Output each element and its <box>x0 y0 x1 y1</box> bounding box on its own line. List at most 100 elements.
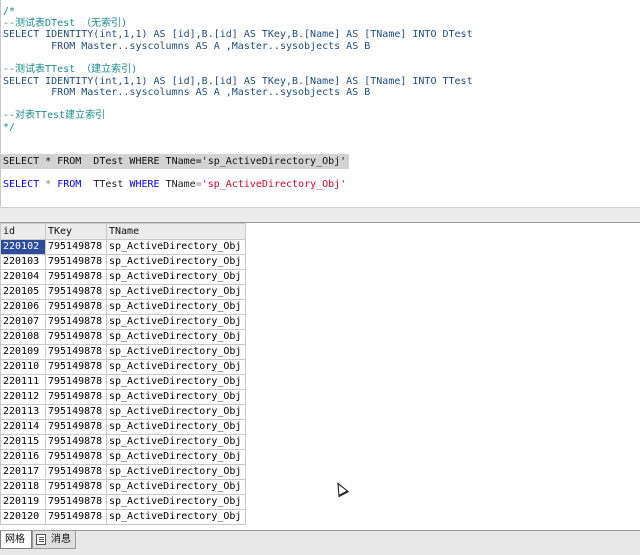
cell-id[interactable]: 220109 <box>0 344 46 360</box>
tab-messages[interactable]: 消息 <box>32 531 76 549</box>
tab-grid[interactable]: 网格 <box>0 531 32 549</box>
cell-tkey[interactable]: 795149878 <box>45 239 107 255</box>
table-row[interactable]: 220109 795149878 sp_ActiveDirectory_Obj <box>0 344 246 360</box>
table-row[interactable]: 220115 795149878 sp_ActiveDirectory_Obj <box>0 434 246 450</box>
cell-id[interactable]: 220112 <box>0 389 46 405</box>
table-row[interactable]: 220108 795149878 sp_ActiveDirectory_Obj <box>0 329 246 345</box>
cell-tname[interactable]: sp_ActiveDirectory_Obj <box>106 269 246 285</box>
cell-id[interactable]: 220116 <box>0 449 46 465</box>
cell-tkey[interactable]: 795149878 <box>45 314 107 330</box>
cell-tname[interactable]: sp_ActiveDirectory_Obj <box>106 344 246 360</box>
table-row[interactable]: 220112 795149878 sp_ActiveDirectory_Obj <box>0 389 246 405</box>
cell-tname[interactable]: sp_ActiveDirectory_Obj <box>106 434 246 450</box>
cell-id[interactable]: 220111 <box>0 374 46 390</box>
cell-id[interactable]: 220113 <box>0 404 46 420</box>
table-row[interactable]: 220103 795149878 sp_ActiveDirectory_Obj <box>0 254 246 270</box>
cell-tkey[interactable]: 795149878 <box>45 374 107 390</box>
table-row[interactable]: 220116 795149878 sp_ActiveDirectory_Obj <box>0 449 246 465</box>
table-row[interactable]: 220102 795149878 sp_ActiveDirectory_Obj <box>0 239 246 255</box>
cell-id[interactable]: 220107 <box>0 314 46 330</box>
cell-id[interactable]: 220120 <box>0 509 46 525</box>
column-name: TName <box>159 179 196 190</box>
keyword-from: FROM <box>57 179 82 190</box>
tab-messages-label: 消息 <box>51 534 71 545</box>
cell-tkey[interactable]: 795149878 <box>45 299 107 315</box>
results-grid-area[interactable]: id TKey TName 220102 795149878 sp_ActiveDi… <box>0 223 640 530</box>
cell-tname[interactable]: sp_ActiveDirectory_Obj <box>106 389 246 405</box>
cell-tname[interactable]: sp_ActiveDirectory_Obj <box>106 479 246 495</box>
cell-tname[interactable]: sp_ActiveDirectory_Obj <box>106 284 246 300</box>
cell-tname[interactable]: sp_ActiveDirectory_Obj <box>106 374 246 390</box>
cell-tkey[interactable]: 795149878 <box>45 254 107 270</box>
table-name: TTest <box>81 179 130 190</box>
cell-tkey[interactable]: 795149878 <box>45 269 107 285</box>
cell-tkey[interactable]: 795149878 <box>45 404 107 420</box>
cell-tname[interactable]: sp_ActiveDirectory_Obj <box>106 404 246 420</box>
cell-id[interactable]: 220118 <box>0 479 46 495</box>
cell-id[interactable]: 220103 <box>0 254 46 270</box>
cell-tname[interactable]: sp_ActiveDirectory_Obj <box>106 314 246 330</box>
table-row[interactable]: 220106 795149878 sp_ActiveDirectory_Obj <box>0 299 246 315</box>
column-header-id[interactable]: id <box>0 223 46 240</box>
table-row[interactable]: 220113 795149878 sp_ActiveDirectory_Obj <box>0 404 246 420</box>
cell-tkey[interactable]: 795149878 <box>45 419 107 435</box>
cell-tkey[interactable]: 795149878 <box>45 494 107 510</box>
cell-id[interactable]: 220108 <box>0 329 46 345</box>
table-row[interactable]: 220117 795149878 sp_ActiveDirectory_Obj <box>0 464 246 480</box>
cell-tkey[interactable]: 795149878 <box>45 359 107 375</box>
query-editor[interactable]: /* --测试表DTest （无索引) SELECT IDENTITY(int,… <box>0 0 640 207</box>
column-header-tkey[interactable]: TKey <box>45 223 107 240</box>
cell-tname[interactable]: sp_ActiveDirectory_Obj <box>106 494 246 510</box>
cell-id[interactable]: 220102 <box>0 239 46 255</box>
cell-id[interactable]: 220104 <box>0 269 46 285</box>
cell-tname[interactable]: sp_ActiveDirectory_Obj <box>106 359 246 375</box>
table-row[interactable]: 220118 795149878 sp_ActiveDirectory_Obj <box>0 479 246 495</box>
cell-tname[interactable]: sp_ActiveDirectory_Obj <box>106 299 246 315</box>
cell-tname[interactable]: sp_ActiveDirectory_Obj <box>106 239 246 255</box>
cell-tkey[interactable]: 795149878 <box>45 479 107 495</box>
cell-id[interactable]: 220119 <box>0 494 46 510</box>
cell-tkey[interactable]: 795149878 <box>45 284 107 300</box>
column-header-tname[interactable]: TName <box>106 223 246 240</box>
query-line-syntax[interactable]: SELECT * FROM TTest WHERE TName='sp_Acti… <box>3 178 346 192</box>
table-row[interactable]: 220114 795149878 sp_ActiveDirectory_Obj <box>0 419 246 435</box>
query-line-highlighted[interactable]: SELECT * FROM DTest WHERE TName='sp_Acti… <box>1 154 349 169</box>
operator-star: * <box>39 179 58 190</box>
string-literal: 'sp_ActiveDirectory_Obj' <box>201 179 347 190</box>
cell-tname[interactable]: sp_ActiveDirectory_Obj <box>106 464 246 480</box>
cell-tkey[interactable]: 795149878 <box>45 434 107 450</box>
cell-tkey[interactable]: 795149878 <box>45 449 107 465</box>
code-line: --测试表DTest （无索引) <box>3 17 128 29</box>
cell-id[interactable]: 220114 <box>0 419 46 435</box>
table-row[interactable]: 220119 795149878 sp_ActiveDirectory_Obj <box>0 494 246 510</box>
pane-splitter[interactable] <box>0 207 640 223</box>
table-row[interactable]: 220104 795149878 sp_ActiveDirectory_Obj <box>0 269 246 285</box>
cell-tkey[interactable]: 795149878 <box>45 464 107 480</box>
cell-id[interactable]: 220117 <box>0 464 46 480</box>
code-line: --测试表TTest （建立索引) <box>3 63 138 75</box>
cell-tkey[interactable]: 795149878 <box>45 509 107 525</box>
code-block[interactable]: /* --测试表DTest （无索引) SELECT IDENTITY(int,… <box>3 6 473 134</box>
cell-tname[interactable]: sp_ActiveDirectory_Obj <box>106 509 246 525</box>
cell-tname[interactable]: sp_ActiveDirectory_Obj <box>106 449 246 465</box>
cell-tkey[interactable]: 795149878 <box>45 344 107 360</box>
table-row[interactable]: 220120 795149878 sp_ActiveDirectory_Obj <box>0 509 246 525</box>
cell-id[interactable]: 220115 <box>0 434 46 450</box>
message-icon <box>36 534 46 545</box>
table-row[interactable]: 220110 795149878 sp_ActiveDirectory_Obj <box>0 359 246 375</box>
cell-tkey[interactable]: 795149878 <box>45 329 107 345</box>
table-row[interactable]: 220111 795149878 sp_ActiveDirectory_Obj <box>0 374 246 390</box>
cell-tkey[interactable]: 795149878 <box>45 389 107 405</box>
table-row[interactable]: 220107 795149878 sp_ActiveDirectory_Obj <box>0 314 246 330</box>
cell-tname[interactable]: sp_ActiveDirectory_Obj <box>106 419 246 435</box>
cell-id[interactable]: 220110 <box>0 359 46 375</box>
table-row[interactable]: 220105 795149878 sp_ActiveDirectory_Obj <box>0 284 246 300</box>
cell-id[interactable]: 220106 <box>0 299 46 315</box>
cell-tname[interactable]: sp_ActiveDirectory_Obj <box>106 254 246 270</box>
mouse-cursor-icon <box>332 479 350 498</box>
results-tabbar: 网格 消息 <box>0 530 640 555</box>
code-line: /* <box>3 6 16 17</box>
cell-tname[interactable]: sp_ActiveDirectory_Obj <box>106 329 246 345</box>
cell-id[interactable]: 220105 <box>0 284 46 300</box>
results-grid: id TKey TName 220102 795149878 sp_ActiveDi… <box>0 223 246 525</box>
